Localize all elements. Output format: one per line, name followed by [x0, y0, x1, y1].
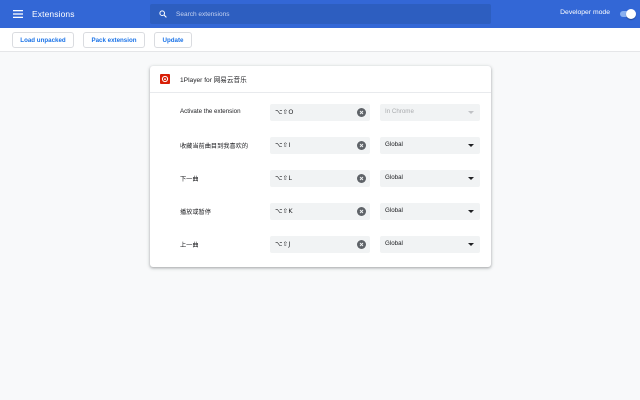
chevron-down-icon: [468, 210, 474, 213]
shortcut-keys: ⌥⇧K: [275, 207, 293, 215]
close-icon: [359, 143, 364, 148]
command-label: Activate the extension: [180, 108, 241, 115]
extensions-header: Extensions Developer mode: [0, 0, 640, 28]
extension-name: 1Player for 网易云音乐: [180, 77, 247, 84]
shortcut-input[interactable]: ⌥⇧I: [270, 137, 370, 154]
search-input[interactable]: [176, 10, 476, 18]
search-icon: [152, 10, 174, 18]
clear-shortcut-button[interactable]: [357, 207, 366, 216]
chevron-down-icon: [468, 111, 474, 114]
clear-shortcut-button[interactable]: [357, 108, 366, 117]
developer-toolbar: Load unpacked Pack extension Update: [0, 28, 640, 52]
main-menu-button[interactable]: [4, 0, 32, 28]
shortcut-input[interactable]: ⌥⇧L: [270, 170, 370, 187]
update-button[interactable]: Update: [154, 32, 192, 48]
close-icon: [359, 242, 364, 247]
close-icon: [359, 209, 364, 214]
command-label: 播放或暂停: [180, 209, 211, 216]
hamburger-menu-icon: [13, 10, 23, 18]
scope-select[interactable]: In Chrome: [380, 104, 480, 121]
shortcut-keys: ⌥⇧O: [275, 108, 294, 116]
shortcut-input[interactable]: ⌥⇧O: [270, 104, 370, 121]
shortcut-row: 上一曲 ⌥⇧J Global: [150, 236, 491, 254]
shortcut-row: Activate the extension ⌥⇧O In Chrome: [150, 104, 491, 122]
keyboard-shortcuts-card: 1Player for 网易云音乐 Activate the extension…: [150, 66, 491, 267]
developer-mode-label: Developer mode: [560, 9, 610, 16]
command-label: 收藏当前曲目到我喜欢的: [180, 143, 249, 150]
scope-value: Global: [385, 207, 403, 214]
extension-header: 1Player for 网易云音乐: [150, 66, 491, 93]
chevron-down-icon: [468, 243, 474, 246]
page-title: Extensions: [32, 9, 75, 19]
shortcut-keys: ⌥⇧J: [275, 240, 291, 248]
scope-value: Global: [385, 174, 403, 181]
command-label: 下一曲: [180, 176, 199, 183]
developer-mode-toggle[interactable]: [620, 9, 636, 19]
toggle-knob: [626, 9, 636, 19]
load-unpacked-button[interactable]: Load unpacked: [12, 32, 74, 48]
scope-value: Global: [385, 240, 403, 247]
chevron-down-icon: [468, 144, 474, 147]
search-bar[interactable]: [150, 4, 491, 24]
scope-value: Global: [385, 141, 403, 148]
shortcut-keys: ⌥⇧L: [275, 174, 293, 182]
scope-select[interactable]: Global: [380, 203, 480, 220]
clear-shortcut-button[interactable]: [357, 174, 366, 183]
clear-shortcut-button[interactable]: [357, 240, 366, 249]
scope-select[interactable]: Global: [380, 170, 480, 187]
shortcut-keys: ⌥⇧I: [275, 141, 291, 149]
shortcut-input[interactable]: ⌥⇧J: [270, 236, 370, 253]
shortcut-row: 下一曲 ⌥⇧L Global: [150, 170, 491, 188]
scope-select[interactable]: Global: [380, 236, 480, 253]
scope-value: In Chrome: [385, 108, 414, 115]
netease-music-icon: [160, 74, 170, 84]
close-icon: [359, 176, 364, 181]
shortcut-row: 收藏当前曲目到我喜欢的 ⌥⇧I Global: [150, 137, 491, 155]
shortcut-row: 播放或暂停 ⌥⇧K Global: [150, 203, 491, 221]
clear-shortcut-button[interactable]: [357, 141, 366, 150]
scope-select[interactable]: Global: [380, 137, 480, 154]
shortcut-input[interactable]: ⌥⇧K: [270, 203, 370, 220]
chevron-down-icon: [468, 177, 474, 180]
close-icon: [359, 110, 364, 115]
pack-extension-button[interactable]: Pack extension: [83, 32, 145, 48]
command-label: 上一曲: [180, 242, 199, 249]
